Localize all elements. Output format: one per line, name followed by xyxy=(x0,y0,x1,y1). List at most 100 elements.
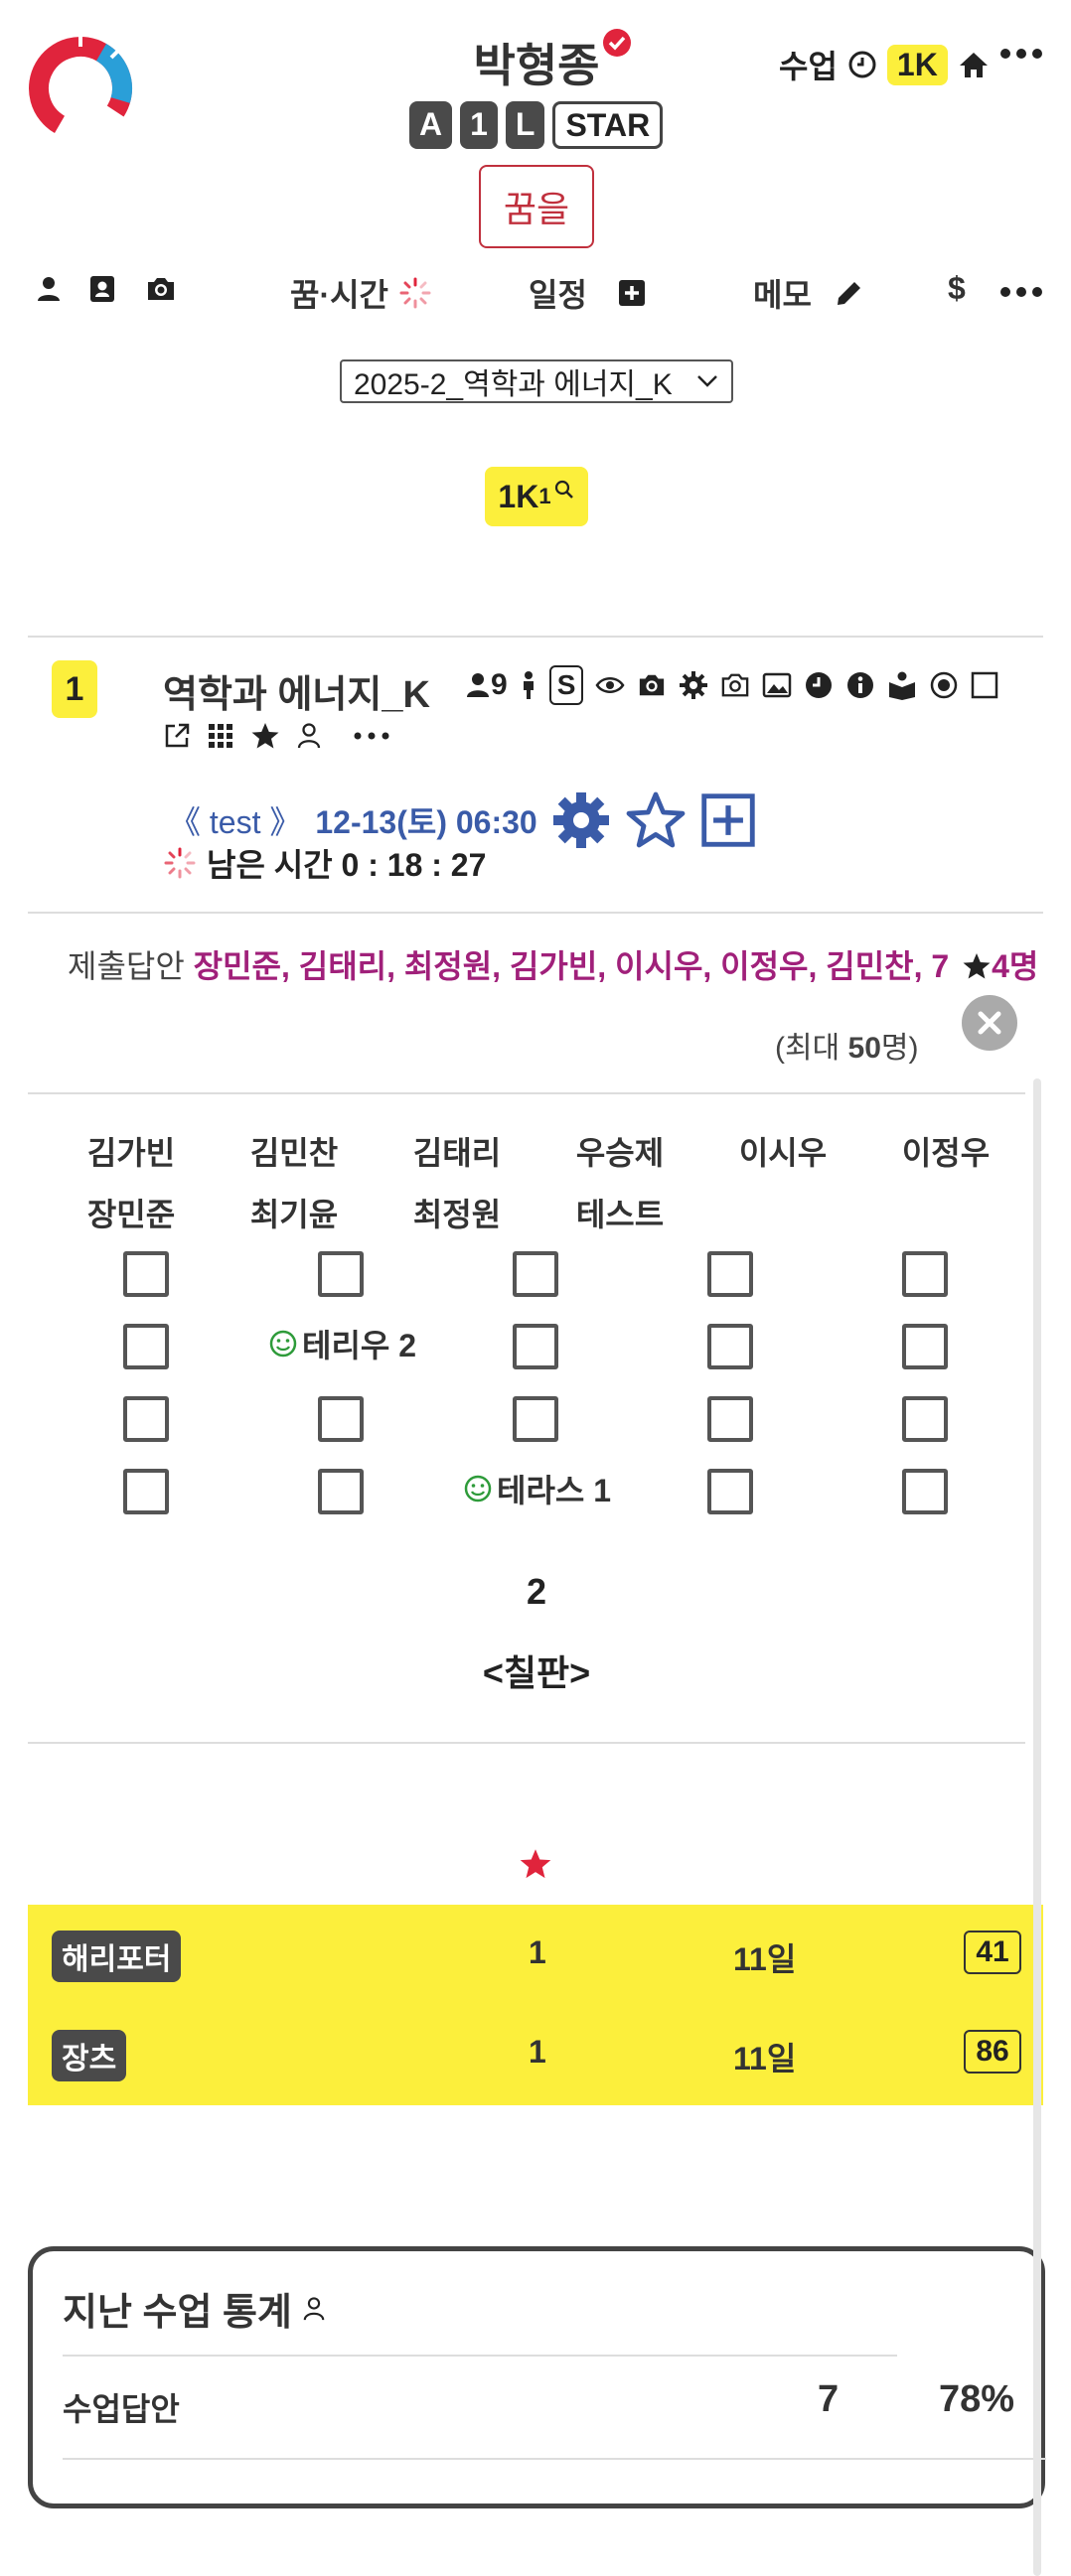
student-name[interactable]: 최정원 xyxy=(378,1190,536,1235)
seat-occupied[interactable]: 테리우 2 xyxy=(268,1321,416,1366)
rank-name[interactable]: 장츠 xyxy=(52,2030,127,2081)
seat-checkbox[interactable] xyxy=(513,1324,558,1369)
dream-button[interactable]: 꿈을 xyxy=(479,165,594,248)
seat-checkbox[interactable] xyxy=(707,1396,753,1442)
nav-memo[interactable]: 메모 xyxy=(753,270,865,316)
star-icon[interactable] xyxy=(250,721,280,751)
student-name[interactable]: 우승제 xyxy=(540,1128,699,1174)
settings-gear-icon[interactable] xyxy=(551,790,611,850)
nav-memo-label: 메모 xyxy=(753,277,812,313)
scrollbar[interactable] xyxy=(1033,1078,1041,2576)
seat-checkbox[interactable] xyxy=(123,1469,169,1514)
radio-target-icon[interactable] xyxy=(929,670,959,700)
seat-checkbox[interactable] xyxy=(123,1396,169,1442)
person-icon[interactable] xyxy=(34,274,64,304)
rank-score: 86 xyxy=(964,2030,1021,2074)
image-icon[interactable] xyxy=(762,671,792,699)
eye-icon[interactable] xyxy=(595,674,625,696)
student-name[interactable]: 장민준 xyxy=(52,1190,211,1235)
seat-checkbox[interactable] xyxy=(123,1251,169,1297)
semester-select[interactable]: 2025-2_역학과 에너지_K xyxy=(340,359,733,403)
student-name[interactable]: 최기윤 xyxy=(215,1190,374,1235)
person-outline-icon[interactable] xyxy=(296,722,322,750)
clock-icon[interactable] xyxy=(847,50,877,79)
standing-person-icon[interactable] xyxy=(520,670,537,700)
seat-checkbox[interactable] xyxy=(902,1324,948,1369)
divider xyxy=(28,1742,1025,1744)
class-label[interactable]: 수업 xyxy=(779,42,838,87)
spinner-icon xyxy=(398,276,432,310)
seat-checkbox[interactable] xyxy=(902,1469,948,1514)
divider xyxy=(28,912,1043,914)
s-toggle[interactable]: S xyxy=(548,665,584,705)
submitted-stars: 4명 xyxy=(992,948,1039,984)
student-name[interactable]: 테스트 xyxy=(540,1190,699,1235)
class-toolbar-2 xyxy=(163,721,391,751)
chevron-down-icon xyxy=(695,373,719,389)
dollar-icon[interactable]: $ xyxy=(948,270,966,307)
seat-checkbox[interactable] xyxy=(902,1396,948,1442)
seat-student: 테라스 1 xyxy=(497,1473,612,1508)
gear-icon[interactable] xyxy=(679,670,708,700)
seat-checkbox[interactable] xyxy=(318,1251,364,1297)
divider xyxy=(63,2355,897,2357)
info-icon[interactable] xyxy=(845,670,875,700)
badge-star: STAR xyxy=(552,101,664,149)
class-more-icon[interactable] xyxy=(352,730,391,742)
nav-dream-time[interactable]: 꿈·시간 xyxy=(290,270,432,316)
student-name[interactable]: 이시우 xyxy=(703,1128,862,1174)
max-capacity: (최대 50명) xyxy=(775,1023,919,1067)
nav-schedule[interactable]: 일정 xyxy=(529,270,647,316)
student-name[interactable]: 김가빈 xyxy=(52,1128,211,1174)
test-label[interactable]: 《 test 》 xyxy=(169,797,301,843)
student-name[interactable]: 김민찬 xyxy=(215,1128,374,1174)
nav-more-icon[interactable] xyxy=(999,284,1043,300)
add-square-icon[interactable] xyxy=(700,792,756,848)
badge-1: 1 xyxy=(460,101,498,149)
student-name[interactable]: 이정우 xyxy=(866,1128,1025,1174)
seat-checkbox[interactable] xyxy=(318,1396,364,1442)
max-suffix: 명) xyxy=(880,1032,919,1065)
member-count[interactable]: 9 xyxy=(465,668,508,702)
camera-icon[interactable] xyxy=(637,671,667,699)
favorite-star-icon[interactable] xyxy=(625,790,687,850)
home-icon[interactable] xyxy=(958,50,990,79)
seat-checkbox[interactable] xyxy=(318,1469,364,1514)
clock-filled-icon[interactable] xyxy=(804,670,834,700)
rank-name[interactable]: 해리포터 xyxy=(52,1931,182,1982)
spinner-icon xyxy=(163,846,197,880)
app-logo[interactable] xyxy=(26,34,135,143)
person-outline-icon[interactable] xyxy=(302,2296,326,2322)
more-icon[interactable] xyxy=(999,46,1043,62)
verified-icon xyxy=(602,28,632,58)
seat-checkbox[interactable] xyxy=(513,1251,558,1297)
seat-checkbox[interactable] xyxy=(707,1251,753,1297)
semester-select-value: 2025-2_역학과 에너지_K xyxy=(354,368,673,401)
submitted-answers: 제출답안 장민준, 김태리, 최정원, 김가빈, 이시우, 이정우, 김민찬, … xyxy=(68,941,1038,987)
k-badge-label: 1K xyxy=(498,478,539,514)
submitted-names[interactable]: 장민준, 김태리, 최정원, 김가빈, 이시우, 이정우, 김민찬, 7 xyxy=(194,948,950,984)
close-icon[interactable] xyxy=(962,995,1017,1051)
class-title[interactable]: 역학과 에너지_K xyxy=(163,663,430,718)
seat-checkbox[interactable] xyxy=(707,1469,753,1514)
class-number-badge: 1 xyxy=(52,660,97,718)
seat-checkbox[interactable] xyxy=(123,1324,169,1369)
k-badge-sup: 1 xyxy=(538,484,551,508)
smile-icon xyxy=(463,1474,493,1503)
camera-icon[interactable] xyxy=(145,274,177,304)
seat-occupied[interactable]: 테라스 1 xyxy=(463,1466,611,1511)
k-search-badge[interactable]: 1K 1 xyxy=(485,467,588,526)
seat-checkbox[interactable] xyxy=(902,1251,948,1297)
seat-checkbox[interactable] xyxy=(513,1396,558,1442)
k-count-badge[interactable]: 1K xyxy=(886,44,948,85)
external-link-icon[interactable] xyxy=(163,722,191,750)
grid-icon[interactable] xyxy=(207,722,234,750)
rank-count: 1 xyxy=(529,1934,546,1970)
contact-card-icon[interactable] xyxy=(87,274,117,304)
student-name[interactable]: 김태리 xyxy=(378,1128,536,1174)
add-box-icon xyxy=(617,278,647,308)
seat-checkbox[interactable] xyxy=(707,1324,753,1369)
camera-outline-icon[interactable] xyxy=(720,671,750,699)
checkbox-empty-icon[interactable] xyxy=(971,671,998,699)
book-reader-icon[interactable] xyxy=(887,670,917,700)
